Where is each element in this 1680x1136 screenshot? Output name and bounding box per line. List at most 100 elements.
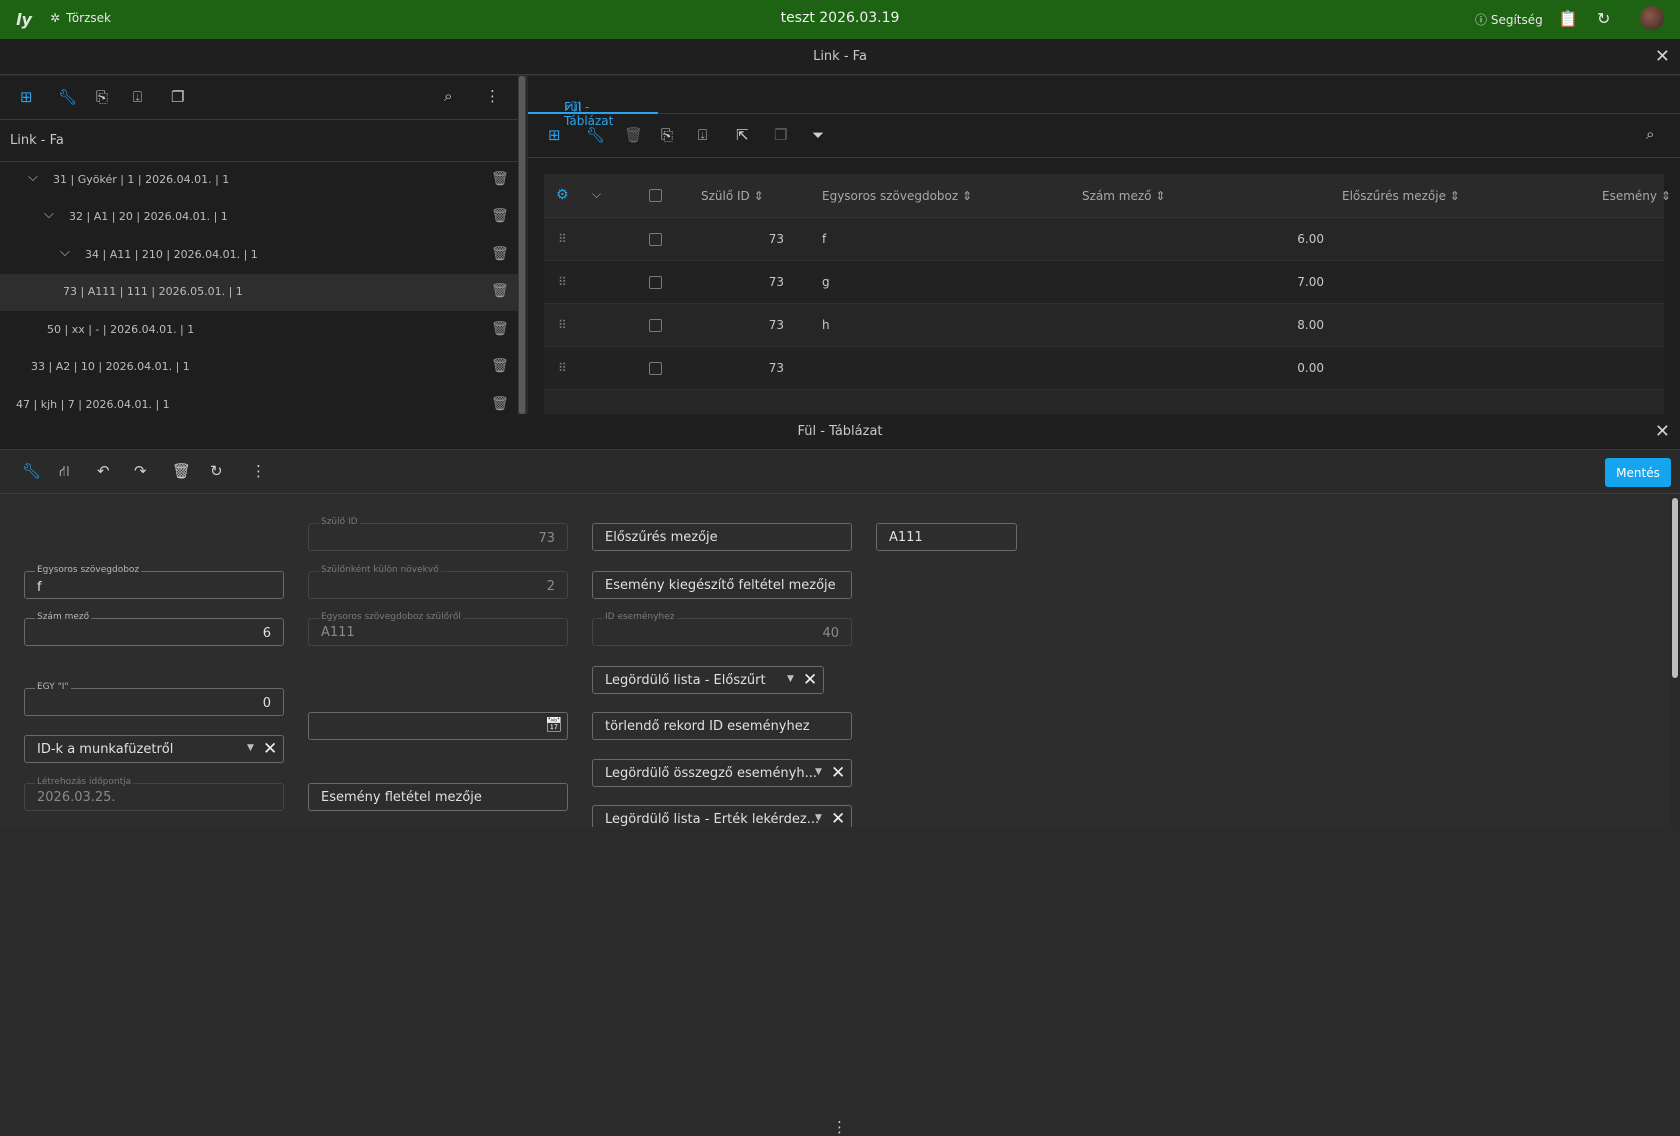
- drag-handle-icon[interactable]: ⠿: [558, 275, 567, 289]
- cell-number: 6.00: [1297, 232, 1324, 246]
- tree-row[interactable]: 50 | xx | - | 2026.04.01. | 1 🗑︎: [0, 312, 518, 349]
- idk-select[interactable]: ID-k a munkafüzetről ▼ ✕: [24, 735, 284, 763]
- column-header[interactable]: Egysoros szövegdoboz ⇕: [822, 189, 972, 203]
- column-header[interactable]: Szám mező ⇕: [1082, 189, 1165, 203]
- trash-icon[interactable]: 🗑︎: [491, 358, 509, 374]
- torzsek-menu[interactable]: ✲ Törzsek: [50, 11, 111, 25]
- tree-row[interactable]: 47 | kjh | 7 | 2026.04.01. | 1 🗑︎: [0, 387, 518, 414]
- wrench-icon[interactable]: 🔧︎: [586, 126, 605, 144]
- wrench-icon[interactable]: 🔧︎: [58, 88, 77, 106]
- tree-row[interactable]: ⌵ 34 | A11 | 210 | 2026.04.01. | 1 🗑︎: [0, 237, 518, 274]
- chevron-down-icon[interactable]: ⌵: [60, 245, 70, 260]
- trash-icon[interactable]: 🗑︎: [491, 171, 509, 187]
- clear-icon[interactable]: ✕: [803, 670, 817, 690]
- tree-row[interactable]: 33 | A2 | 10 | 2026.04.01. | 1 🗑︎: [0, 349, 518, 386]
- esemeny-kieg-field[interactable]: Esemény kiegészítő feltétel mezője: [592, 571, 852, 599]
- dropdown-arrow-icon[interactable]: ▼: [815, 767, 822, 777]
- import-icon[interactable]: ⍗: [698, 126, 707, 144]
- trash-icon[interactable]: 🗑︎: [491, 321, 509, 337]
- filter-icon[interactable]: ⏷: [812, 126, 824, 144]
- drag-handle-icon[interactable]: ⠿: [558, 232, 567, 246]
- copy-icon[interactable]: ❐: [774, 126, 787, 144]
- close-icon[interactable]: ✕: [1655, 421, 1670, 442]
- app-logo[interactable]: ly: [16, 10, 32, 29]
- egysoros-field[interactable]: Egysoros szövegdoboz f: [24, 565, 284, 599]
- save-button[interactable]: Mentés: [1605, 458, 1671, 487]
- open-external-icon[interactable]: ⇱: [736, 126, 749, 144]
- more-vert-icon[interactable]: ⋮: [485, 87, 500, 105]
- table-row[interactable]: ⠿ 73 f 6.00: [544, 218, 1664, 261]
- tree-row-selected[interactable]: 73 | A111 | 111 | 2026.05.01. | 1 🗑︎: [0, 274, 518, 311]
- scrollbar-thumb[interactable]: [1672, 498, 1678, 678]
- tab-ful-tablazat[interactable]: Fül - Táblázat ✓⃝: [528, 76, 658, 128]
- egy-field[interactable]: EGY "I" 0: [24, 682, 284, 716]
- scrollbar-thumb[interactable]: [519, 76, 525, 414]
- tree-row[interactable]: ⌵ 31 | Gyökér | 1 | 2026.04.01. | 1 🗑︎: [0, 162, 518, 199]
- more-vert-icon[interactable]: ⋮: [251, 462, 266, 480]
- esemeny-feltetel-field[interactable]: Esemény fletétel mezője: [308, 783, 568, 811]
- eloszures-field[interactable]: Előszűrés mezője: [592, 523, 852, 551]
- row-checkbox[interactable]: [649, 233, 662, 246]
- legordulo-osszegzo-select[interactable]: Legördülő összegző eseményh... ▼ ✕: [592, 759, 852, 787]
- dropdown-arrow-icon[interactable]: ▼: [787, 674, 794, 684]
- trash-icon[interactable]: 🗑︎: [172, 462, 191, 480]
- clear-icon[interactable]: ✕: [831, 763, 845, 783]
- add-icon[interactable]: ⊞: [548, 126, 561, 144]
- a111-field[interactable]: A111: [876, 523, 1017, 551]
- legordulo-ertek-select[interactable]: Legördülő lista - Érték lekérdez... ▼ ✕: [592, 805, 852, 829]
- refresh-icon[interactable]: ↻: [1597, 9, 1610, 28]
- export-icon[interactable]: ⎘: [96, 88, 108, 106]
- add-icon[interactable]: ⊞: [20, 88, 33, 106]
- close-icon[interactable]: ✕: [1655, 46, 1670, 67]
- undo-icon[interactable]: ↶: [97, 462, 110, 480]
- trash-icon[interactable]: 🗑︎: [624, 126, 643, 144]
- column-header[interactable]: Szülő ID ⇕: [701, 189, 764, 203]
- refresh-icon[interactable]: ↻: [210, 462, 223, 480]
- row-checkbox[interactable]: [649, 319, 662, 332]
- help-link[interactable]: ⓘ Segítség: [1475, 11, 1543, 28]
- export-icon[interactable]: ⎘: [661, 126, 673, 144]
- clear-icon[interactable]: ✕: [831, 809, 845, 829]
- column-header[interactable]: Esemény ⇕: [1602, 189, 1671, 203]
- import-icon[interactable]: ⍗: [133, 88, 142, 106]
- dropdown-arrow-icon[interactable]: ▼: [247, 743, 254, 753]
- date-field[interactable]: 📅︎: [308, 712, 568, 740]
- chevron-down-icon[interactable]: ⌵: [28, 170, 38, 185]
- search-icon[interactable]: ⌕: [444, 87, 452, 105]
- hierarchy-icon[interactable]: ⛙: [59, 462, 70, 482]
- copy-icon[interactable]: ❐: [171, 88, 184, 106]
- trash-icon[interactable]: 🗑︎: [491, 208, 509, 224]
- more-vert-icon[interactable]: ⋮: [832, 1118, 847, 1136]
- torlendo-field[interactable]: törlendő rekord ID eseményhez: [592, 712, 852, 740]
- table-row[interactable]: ⠿ 73 g 7.00: [544, 261, 1664, 304]
- trash-icon[interactable]: 🗑︎: [491, 396, 509, 412]
- tree-row[interactable]: ⌵ 32 | A1 | 20 | 2026.04.01. | 1 🗑︎: [0, 199, 518, 236]
- field-label: Létrehozás időpontja: [35, 777, 134, 788]
- redo-icon[interactable]: ↷: [134, 462, 147, 480]
- szam-field[interactable]: Szám mező 6: [24, 612, 284, 646]
- settings-gear-icon[interactable]: ⚙: [556, 187, 569, 203]
- clear-icon[interactable]: ✕: [263, 739, 277, 759]
- trash-icon[interactable]: 🗑︎: [491, 246, 509, 262]
- trash-icon[interactable]: 🗑︎: [491, 283, 509, 299]
- drag-handle-icon[interactable]: ⠿: [558, 318, 567, 332]
- row-checkbox[interactable]: [649, 276, 662, 289]
- search-icon[interactable]: ⌕: [1646, 125, 1654, 143]
- legordulo-eloszurt-select[interactable]: Legördülő lista - Előszűrt ▼ ✕: [592, 666, 824, 694]
- drag-handle-icon[interactable]: ⠿: [558, 361, 567, 375]
- wrench-icon[interactable]: 🔧︎: [22, 462, 41, 480]
- table-row[interactable]: ⠿ 73 0.00: [544, 347, 1664, 390]
- column-header-label: Szám mező: [1082, 189, 1152, 203]
- column-header[interactable]: Előszűrés mezője ⇕: [1342, 189, 1460, 203]
- clipboard-search-icon[interactable]: 📋: [1558, 9, 1578, 28]
- dropdown-arrow-icon[interactable]: ▼: [815, 813, 822, 823]
- calendar-icon[interactable]: 📅︎: [545, 717, 563, 733]
- select-all-checkbox[interactable]: [649, 189, 662, 202]
- form-scrollbar[interactable]: [1670, 494, 1680, 827]
- table-row[interactable]: ⠿ 73 h 8.00: [544, 304, 1664, 347]
- chevron-down-icon[interactable]: ⌵: [592, 187, 601, 202]
- avatar[interactable]: [1640, 6, 1664, 30]
- row-checkbox[interactable]: [649, 362, 662, 375]
- chevron-down-icon[interactable]: ⌵: [44, 207, 54, 222]
- tree-scrollbar[interactable]: [518, 76, 526, 414]
